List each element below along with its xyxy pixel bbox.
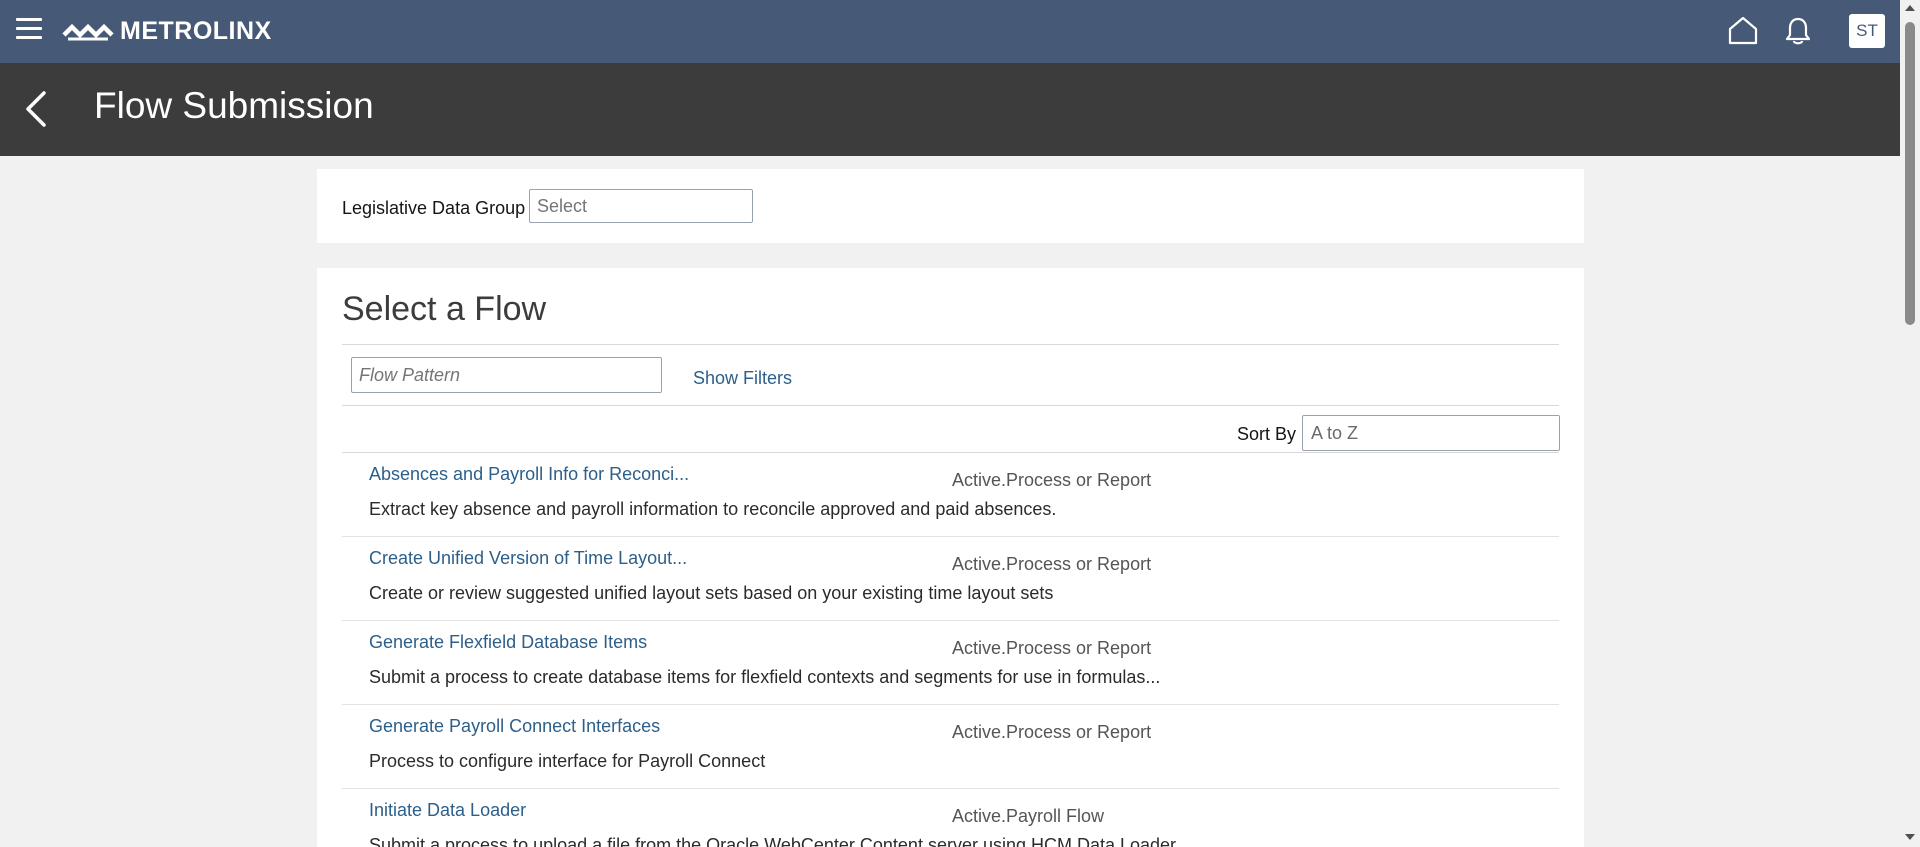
- flow-status: Active.Payroll Flow: [952, 806, 1105, 826]
- ldg-label: Legislative Data Group: [342, 198, 526, 218]
- select-flow-panel: Select a Flow Show Filters Sort By Absen…: [317, 268, 1584, 847]
- metrolinx-logo-icon: [62, 23, 114, 41]
- home-icon[interactable]: [1727, 14, 1759, 46]
- flow-description: Extract key absence and payroll informat…: [369, 499, 1057, 519]
- flow-list-item[interactable]: Create Unified Version of Time Layout...…: [342, 537, 1559, 621]
- flow-name-link[interactable]: Initiate Data Loader: [369, 800, 526, 821]
- brand-name: METROLINX: [120, 16, 272, 45]
- sort-by-label: Sort By: [1237, 424, 1297, 444]
- flow-status: Active.Process or Report: [952, 722, 1152, 742]
- ldg-select-input[interactable]: [529, 189, 753, 223]
- flow-pattern-search-input[interactable]: [351, 357, 662, 393]
- flow-description: Submit a process to upload a file from t…: [369, 835, 1177, 847]
- scroll-down-icon[interactable]: [1905, 834, 1915, 840]
- back-arrow-icon[interactable]: [22, 89, 50, 129]
- flow-list-item[interactable]: Generate Payroll Connect Interfaces Acti…: [342, 705, 1559, 789]
- flow-list-item[interactable]: Initiate Data Loader Active.Payroll Flow…: [342, 789, 1559, 847]
- flow-list-item[interactable]: Generate Flexfield Database Items Active…: [342, 621, 1559, 705]
- user-avatar[interactable]: ST: [1849, 14, 1885, 48]
- show-filters-link[interactable]: Show Filters: [693, 368, 792, 389]
- global-header: METROLINX ST: [0, 0, 1900, 63]
- page-title: Flow Submission: [94, 85, 374, 126]
- flow-name-link[interactable]: Generate Payroll Connect Interfaces: [369, 716, 660, 737]
- scroll-up-icon[interactable]: [1905, 5, 1915, 11]
- flow-list-item[interactable]: Absences and Payroll Info for Reconci...…: [342, 453, 1559, 537]
- flow-status: Active.Process or Report: [952, 638, 1152, 658]
- flow-description: Submit a process to create database item…: [369, 667, 1161, 687]
- flow-status: Active.Process or Report: [952, 470, 1152, 490]
- page-title-bar: Flow Submission: [0, 63, 1900, 156]
- flow-description: Process to configure interface for Payro…: [369, 751, 766, 771]
- brand-logo[interactable]: METROLINX: [62, 16, 272, 46]
- flow-name-link[interactable]: Create Unified Version of Time Layout...: [369, 548, 687, 569]
- flow-name-link[interactable]: Absences and Payroll Info for Reconci...: [369, 464, 689, 485]
- vertical-scrollbar[interactable]: [1900, 0, 1920, 847]
- select-flow-heading: Select a Flow: [342, 290, 547, 328]
- legislative-data-group-panel: Legislative Data Group: [317, 169, 1584, 243]
- sort-by-select[interactable]: [1302, 415, 1560, 451]
- notifications-bell-icon[interactable]: [1783, 15, 1813, 47]
- divider: [342, 405, 1559, 406]
- scrollbar-thumb[interactable]: [1905, 22, 1915, 325]
- menu-icon[interactable]: [16, 18, 42, 44]
- flow-name-link[interactable]: Generate Flexfield Database Items: [369, 632, 647, 653]
- flow-description: Create or review suggested unified layou…: [369, 583, 1054, 603]
- flow-status: Active.Process or Report: [952, 554, 1152, 574]
- divider: [342, 344, 1559, 345]
